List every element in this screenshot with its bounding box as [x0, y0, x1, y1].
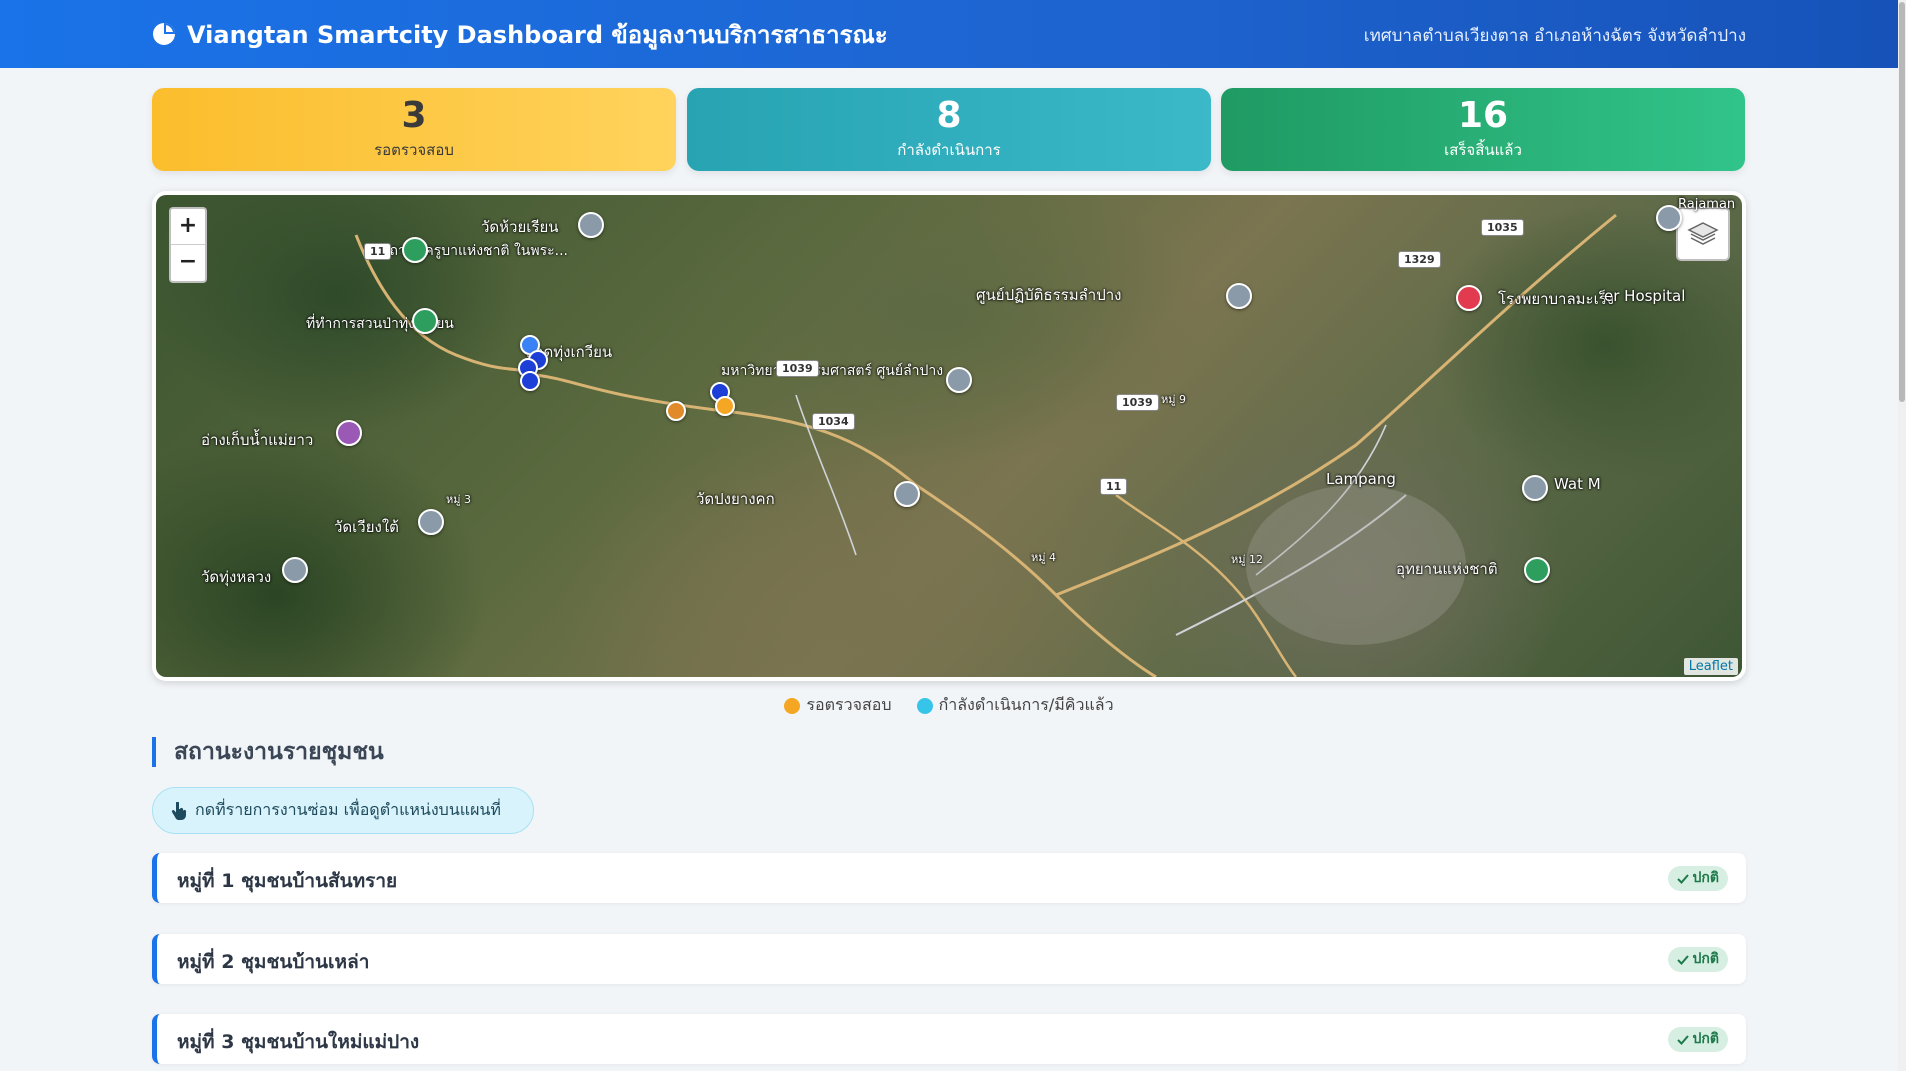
community-row[interactable]: หมู่ที่ 2 ชุมชนบ้านเหล่า ปกติ	[152, 934, 1746, 984]
job-marker-pending[interactable]	[715, 396, 735, 416]
temple-poi-icon[interactable]	[894, 481, 920, 507]
map-label: อ่างเก็บน้ำแม่ยาว	[201, 431, 314, 449]
route-shield: 1329	[1398, 251, 1441, 268]
stat-done-value: 16	[1457, 95, 1509, 136]
map-label: หมู่ 3	[446, 493, 471, 506]
scrollbar-thumb[interactable]	[1899, 2, 1905, 402]
check-icon	[1676, 873, 1689, 884]
stat-card-done[interactable]: 16 เสร็จสิ้นแล้ว	[1221, 88, 1745, 171]
legend-label: รอตรวจสอบ	[806, 695, 892, 714]
temple-poi-icon[interactable]	[578, 212, 604, 238]
map-label: หมู่ 9	[1161, 393, 1186, 406]
job-marker[interactable]	[520, 371, 540, 391]
route-shield: 11	[364, 243, 392, 260]
zoom-control: + −	[169, 207, 207, 283]
temple-poi-icon[interactable]	[1522, 475, 1548, 501]
map-attribution[interactable]: Leaflet	[1683, 658, 1738, 675]
map-container: + − วัดห้วยเรียน สถาบันครูบาแห่งชาติ ในพ…	[152, 191, 1746, 681]
park-poi-icon[interactable]	[1524, 557, 1550, 583]
header-subtitle: เทศบาลตำบลเวียงตาล อำเภอห้างฉัตร จังหวัด…	[1363, 26, 1746, 46]
legend-item-pending: รอตรวจสอบ	[784, 693, 891, 718]
map-label: โรงพยาบาลมะเร็ง	[1498, 290, 1615, 308]
reservoir-poi-icon[interactable]	[336, 420, 362, 446]
stat-card-pending[interactable]: 3 รอตรวจสอบ	[152, 88, 676, 171]
legend-dot-in-progress	[916, 697, 933, 714]
zoom-in-button[interactable]: +	[171, 209, 205, 245]
status-badge: ปกติ	[1667, 1027, 1728, 1052]
layers-icon	[1687, 222, 1719, 245]
map-label: วัดห้วยเรียน	[481, 218, 559, 236]
park-poi-icon[interactable]	[402, 237, 428, 263]
check-icon	[1676, 954, 1689, 965]
page-scrollbar[interactable]	[1898, 0, 1906, 1071]
stat-in-progress-label: กำลังดำเนินการ	[897, 141, 1001, 159]
stat-pending-label: รอตรวจสอบ	[374, 141, 454, 159]
community-row[interactable]: หมู่ที่ 1 ชุมชนบ้านสันทราย ปกติ	[152, 853, 1746, 903]
status-badge: ปกติ	[1667, 947, 1728, 972]
status-badge-label: ปกติ	[1692, 870, 1719, 886]
map-label: หมู่ 4	[1031, 551, 1056, 564]
zoom-out-button[interactable]: −	[171, 245, 205, 281]
community-name: หมู่ที่ 3 ชุมชนบ้านใหม่แม่ปาง	[177, 1031, 420, 1053]
brand: Viangtan Smartcity Dashboard ข้อมูลงานบร…	[151, 18, 888, 50]
stat-card-in-progress[interactable]: 8 กำลังดำเนินการ	[687, 88, 1211, 171]
status-badge-label: ปกติ	[1692, 1031, 1719, 1047]
map-legend: รอตรวจสอบ กำลังดำเนินการ/มีคิวแล้ว	[0, 693, 1898, 718]
school-poi-icon[interactable]	[1656, 205, 1682, 231]
satellite-map[interactable]: + − วัดห้วยเรียน สถาบันครูบาแห่งชาติ ในพ…	[156, 195, 1742, 677]
check-icon	[1676, 1034, 1689, 1045]
stat-cards: 3 รอตรวจสอบ 8 กำลังดำเนินการ 16 เสร็จสิ้…	[152, 88, 1746, 171]
map-label: ศูนย์ปฏิบัติธรรมลำปาง	[976, 286, 1122, 304]
community-name: หมู่ที่ 2 ชุมชนบ้านเหล่า	[177, 951, 370, 973]
map-label: หมู่ 12	[1231, 553, 1263, 566]
map-label: วัดทุ่งหลวง	[201, 568, 272, 586]
app-title: Viangtan Smartcity Dashboard ข้อมูลงานบร…	[187, 20, 888, 49]
road-network	[354, 213, 1617, 677]
temple-poi-icon[interactable]	[282, 557, 308, 583]
route-shield: 1039	[1116, 394, 1159, 411]
layers-button[interactable]	[1676, 207, 1730, 261]
park-poi-icon[interactable]	[412, 308, 438, 334]
community-row[interactable]: หมู่ที่ 3 ชุมชนบ้านใหม่แม่ปาง ปกติ	[152, 1014, 1746, 1064]
map-label: Lampang	[1326, 470, 1396, 488]
route-shield: 1039	[776, 360, 819, 377]
hospital-poi-icon[interactable]	[1456, 285, 1482, 311]
map-label: Wat M	[1554, 475, 1601, 493]
stat-pending-value: 3	[401, 95, 427, 136]
route-shield: 1034	[812, 413, 855, 430]
route-shield: 1035	[1481, 219, 1524, 236]
hint-banner: กดที่รายการงานซ่อม เพื่อดูตำแหน่งบนแผนที…	[152, 787, 534, 834]
temple-poi-icon[interactable]	[418, 509, 444, 535]
stat-done-label: เสร็จสิ้นแล้ว	[1444, 141, 1522, 159]
status-badge-label: ปกติ	[1692, 951, 1719, 967]
job-marker-pending[interactable]	[666, 401, 686, 421]
legend-label: กำลังดำเนินการ/มีคิวแล้ว	[938, 695, 1114, 714]
status-badge: ปกติ	[1667, 866, 1728, 891]
map-label: วัดเวียงใต้	[334, 518, 399, 536]
map-label: er Hospital	[1604, 287, 1686, 305]
hint-text: กดที่รายการงานซ่อม เพื่อดูตำแหน่งบนแผนที…	[195, 800, 501, 819]
meditation-center-poi-icon[interactable]	[1226, 283, 1252, 309]
map-label: Rajaman	[1678, 197, 1736, 212]
pointer-hand-icon	[171, 801, 187, 820]
map-label: อุทยานแห่งชาติ	[1396, 560, 1498, 578]
stat-in-progress-value: 8	[936, 95, 962, 136]
top-header: Viangtan Smartcity Dashboard ข้อมูลงานบร…	[0, 0, 1906, 68]
legend-item-in-progress: กำลังดำเนินการ/มีคิวแล้ว	[916, 693, 1114, 718]
pie-chart-icon	[153, 23, 175, 45]
community-name: หมู่ที่ 1 ชุมชนบ้านสันทราย	[177, 870, 398, 892]
legend-dot-pending	[784, 697, 801, 714]
university-poi-icon[interactable]	[946, 367, 972, 393]
map-label: มหาวิทยาลัยธรรมศาสตร์ ศูนย์ลำปาง	[721, 363, 944, 379]
map-label: วัดปงยางคก	[696, 490, 775, 508]
section-title: สถานะงานรายชุมชน	[152, 737, 384, 767]
route-shield: 11	[1100, 478, 1128, 495]
